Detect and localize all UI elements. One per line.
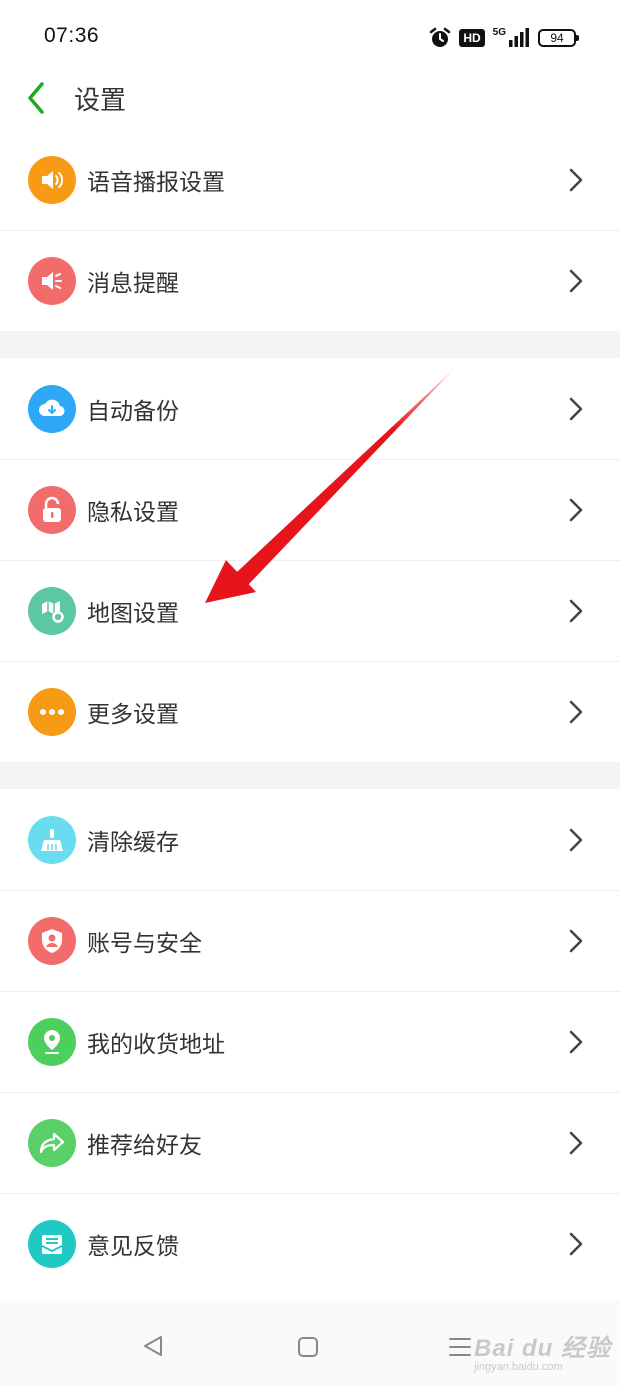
chevron-right-icon (568, 497, 584, 523)
chevron-right-icon (568, 699, 584, 725)
hd-badge: HD (459, 29, 485, 47)
location-pin-icon (28, 1017, 76, 1066)
chevron-right-icon (568, 928, 584, 954)
settings-row-message-reminder[interactable]: 消息提醒 (0, 230, 620, 331)
map-settings-icon (28, 586, 76, 635)
lock-icon (28, 485, 76, 534)
battery-level: 94 (550, 31, 564, 45)
share-arrow-icon (28, 1118, 76, 1167)
nav-menu-icon[interactable] (448, 1336, 472, 1362)
more-dots-icon (28, 687, 76, 736)
status-time: 07:36 (44, 24, 100, 47)
settings-row-feedback[interactable]: 意见反馈 (0, 1193, 620, 1294)
alarm-clock-icon (429, 27, 451, 49)
nav-home-icon[interactable] (297, 1336, 319, 1362)
nav-back-icon[interactable] (142, 1334, 164, 1362)
row-label: 账号与安全 (87, 930, 202, 957)
shield-user-icon (28, 916, 76, 965)
settings-row-recommend-friends[interactable]: 推荐给好友 (0, 1092, 620, 1193)
battery-icon: 94 (538, 29, 579, 47)
megaphone-icon (28, 256, 76, 305)
chevron-right-icon (568, 167, 584, 193)
row-label: 地图设置 (87, 600, 179, 627)
row-label: 自动备份 (87, 398, 179, 425)
speaker-icon (28, 155, 76, 204)
watermark-main: Bai du 经验 (474, 1335, 612, 1362)
settings-row-shipping-address[interactable]: 我的收货地址 (0, 991, 620, 1092)
chevron-right-icon (568, 268, 584, 294)
settings-row-more[interactable]: 更多设置 (0, 661, 620, 762)
settings-group-voice: 语音播报设置 消息提醒 (0, 129, 620, 331)
chevron-right-icon (568, 827, 584, 853)
nav-header: 设置 (0, 70, 620, 130)
cloud-download-icon (28, 384, 76, 433)
settings-row-account-security[interactable]: 账号与安全 (0, 890, 620, 991)
settings-group-account: 清除缓存 账号与安全 我的收货地址 推荐给好友 意见反馈 (0, 789, 620, 1294)
section-divider (0, 331, 620, 358)
settings-row-clear-cache[interactable]: 清除缓存 (0, 789, 620, 890)
row-label: 更多设置 (87, 701, 179, 728)
chevron-right-icon (568, 1130, 584, 1156)
row-label: 推荐给好友 (87, 1132, 202, 1159)
status-bar: 07:36 HD 5G 94 (0, 0, 620, 70)
network-type: 5G (492, 26, 506, 38)
feedback-mail-icon (28, 1219, 76, 1268)
settings-row-map[interactable]: 地图设置 (0, 560, 620, 661)
row-label: 意见反馈 (87, 1233, 179, 1260)
row-label: 语音播报设置 (87, 169, 225, 196)
settings-row-privacy[interactable]: 隐私设置 (0, 459, 620, 560)
status-icons: HD 5G 94 (429, 24, 579, 52)
row-label: 隐私设置 (87, 499, 179, 526)
settings-row-voice-broadcast[interactable]: 语音播报设置 (0, 129, 620, 230)
row-label: 消息提醒 (87, 270, 179, 297)
settings-group-general: 自动备份 隐私设置 地图设置 更多设置 (0, 358, 620, 762)
row-label: 我的收货地址 (87, 1031, 225, 1058)
row-label: 清除缓存 (87, 829, 179, 856)
chevron-right-icon (568, 1231, 584, 1257)
chevron-right-icon (568, 598, 584, 624)
page-title: 设置 (74, 86, 127, 116)
broom-icon (28, 815, 76, 864)
baidu-jingyan-watermark: Bai du 经验 jingyan.baidu.com (474, 1328, 611, 1373)
section-divider (0, 762, 620, 789)
signal-strength-icon (508, 28, 530, 48)
settings-row-auto-backup[interactable]: 自动备份 (0, 358, 620, 459)
chevron-right-icon (568, 1029, 584, 1055)
back-arrow-icon[interactable] (22, 76, 52, 116)
chevron-right-icon (568, 396, 584, 422)
